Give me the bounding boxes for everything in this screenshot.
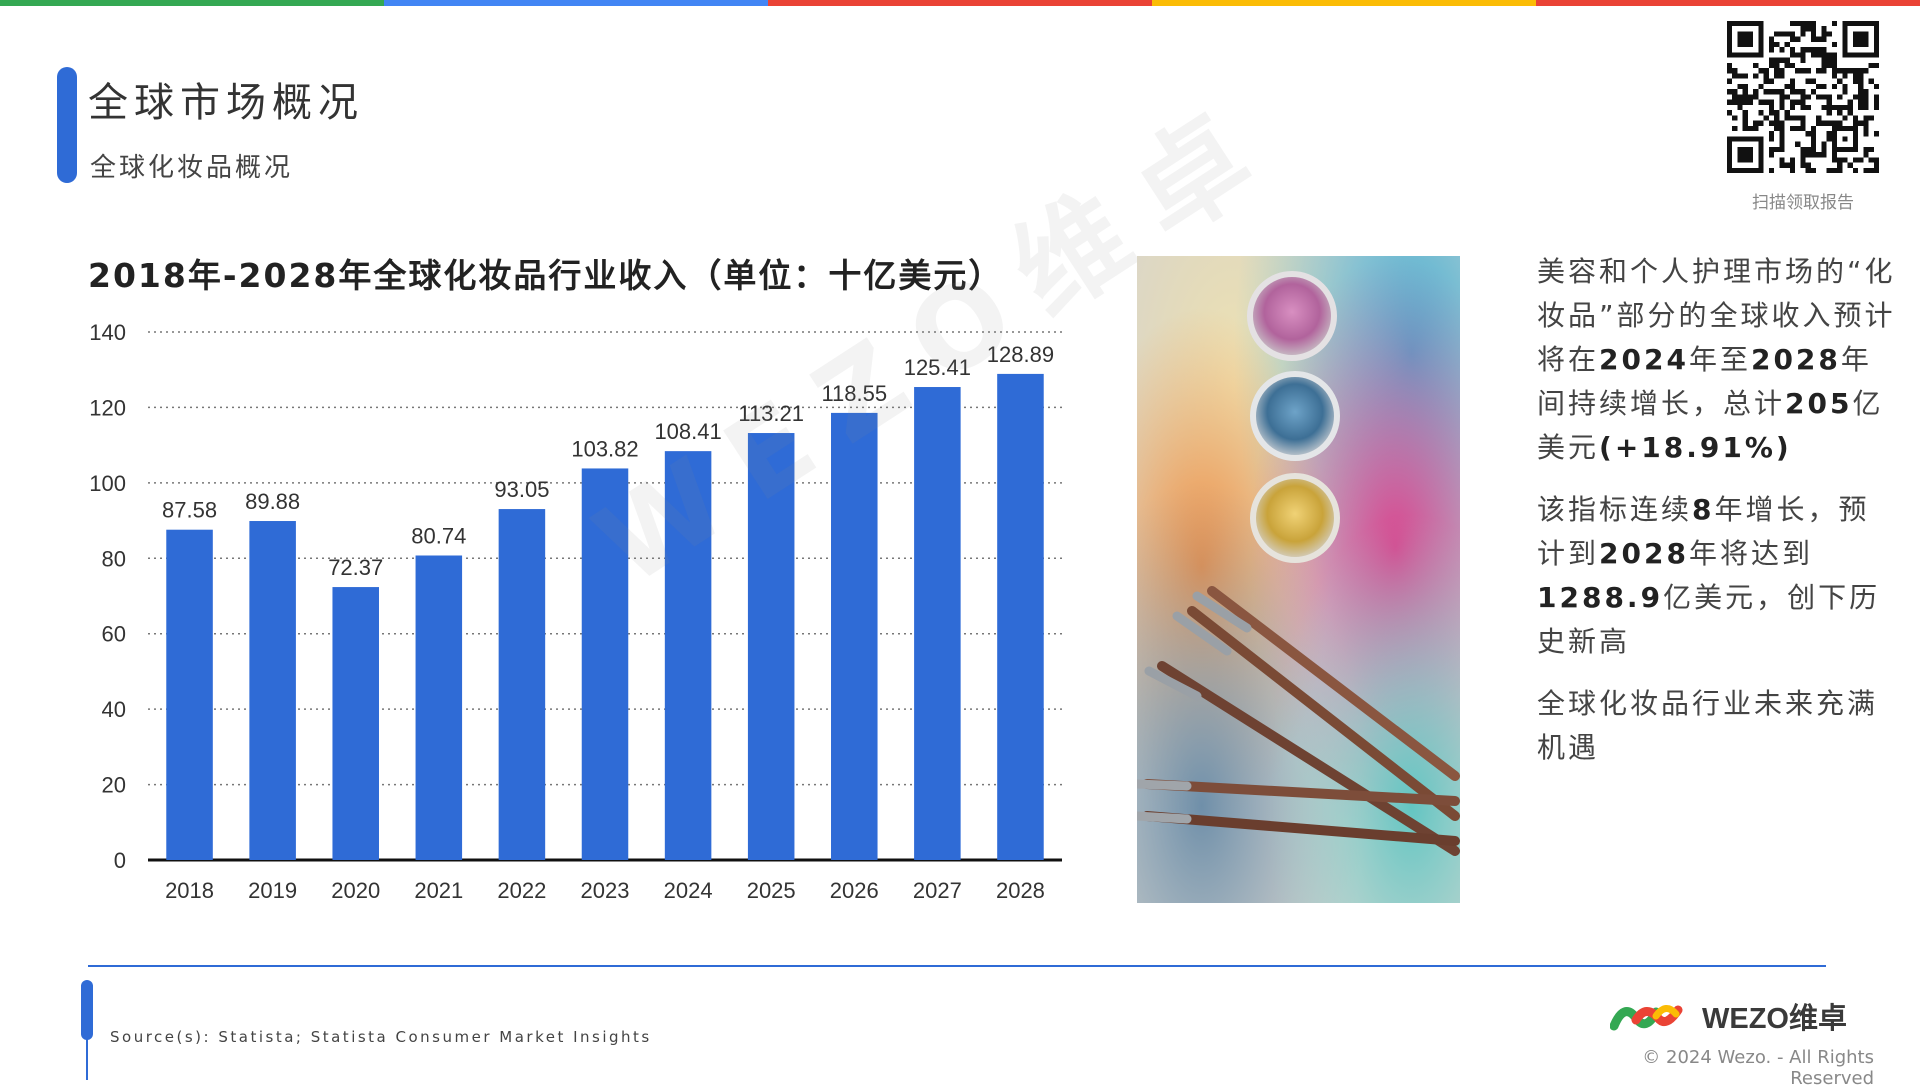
revenue-bar-chart: 87.58 89.88 72.37 80.74 93.05 103.82 108.41 113… (89, 320, 1062, 903)
bar-2024 (664, 451, 712, 860)
bar-2028 (997, 373, 1044, 860)
page-subtitle: 全球化妆品概况 (90, 153, 294, 183)
y-tick-label: 0 (114, 848, 126, 873)
data-label: 93.05 (494, 477, 549, 502)
x-tick-label: 2020 (331, 878, 380, 903)
chart-y-ticks: 0 20 40 60 80 100 120 140 (89, 320, 126, 873)
data-label: 125.41 (904, 355, 971, 380)
summary-paragraph-3: 全球化妆品行业未来充满机遇 (1537, 687, 1879, 764)
footer-accent-line (86, 1030, 88, 1080)
y-tick-label: 100 (89, 471, 126, 496)
summary-paragraph-1: 美容和个人护理市场的“化妆品”部分的全球收入预计将在2024年至2028年间持续… (1537, 255, 1896, 464)
y-tick-label: 140 (89, 320, 126, 345)
y-tick-label: 80 (102, 546, 126, 571)
logo-text: WEZO维卓 (1702, 1002, 1847, 1035)
x-tick-label: 2028 (996, 878, 1045, 903)
x-tick-label: 2018 (165, 878, 214, 903)
x-tick-label: 2027 (913, 878, 962, 903)
summary-paragraph-2: 该指标连续8年增长，预计到2028年将达到1288.9亿美元，创下历史新高 (1537, 493, 1881, 658)
top-color-stripe (0, 0, 1920, 6)
bar-2025 (747, 433, 795, 860)
bar-2020 (332, 587, 379, 860)
footer-divider (88, 965, 1826, 967)
data-label: 108.41 (654, 419, 721, 444)
chart-title: 2018年-2028年全球化妆品行业收入（单位：十亿美元） (88, 256, 1004, 295)
side-summary: 美容和个人护理市场的“化妆品”部分的全球收入预计将在2024年至2028年间持续… (1537, 250, 1897, 788)
x-tick-label: 2021 (414, 878, 463, 903)
data-label: 128.89 (987, 342, 1054, 367)
title-accent-bar (57, 67, 77, 183)
x-tick-label: 2024 (664, 878, 713, 903)
bar-2026 (831, 412, 878, 860)
data-label: 113.21 (738, 401, 804, 426)
data-label: 72.37 (328, 555, 383, 580)
y-tick-label: 60 (102, 622, 126, 647)
y-tick-label: 20 (102, 773, 126, 798)
data-label: 89.88 (245, 489, 300, 514)
page-title: 全球市场概况 (88, 80, 364, 126)
x-tick-label: 2023 (581, 878, 630, 903)
x-tick-label: 2022 (497, 878, 546, 903)
x-tick-label: 2026 (830, 878, 879, 903)
qr-code-icon[interactable] (1727, 21, 1879, 173)
bar-2027 (914, 387, 961, 860)
data-label: 103.82 (571, 436, 638, 461)
data-label: 87.58 (162, 498, 217, 523)
bar-2019 (249, 521, 296, 860)
copyright: © 2024 Wezo. - All Rights Reserved (1642, 1047, 1874, 1089)
y-tick-label: 40 (102, 697, 126, 722)
bar-2018 (166, 529, 213, 860)
data-label: 80.74 (411, 523, 466, 548)
wezo-logo[interactable]: WEZO维卓 (1610, 996, 1860, 1036)
chart-x-ticks: 2018 2019 2020 2021 2022 2023 2024 2025 2026 2027… (165, 878, 1045, 903)
x-tick-label: 2019 (248, 878, 297, 903)
source-note: Source(s): Statista; Statista Consumer M… (110, 1028, 652, 1046)
bar-2021 (415, 555, 463, 860)
cosmetics-photo (1137, 256, 1460, 903)
y-tick-label: 120 (89, 395, 126, 420)
x-tick-label: 2025 (747, 878, 796, 903)
bar-2023 (581, 468, 629, 860)
qr-caption: 扫描领取报告 (1752, 193, 1854, 213)
bar-2022 (498, 509, 546, 860)
data-label: 118.55 (821, 381, 887, 406)
